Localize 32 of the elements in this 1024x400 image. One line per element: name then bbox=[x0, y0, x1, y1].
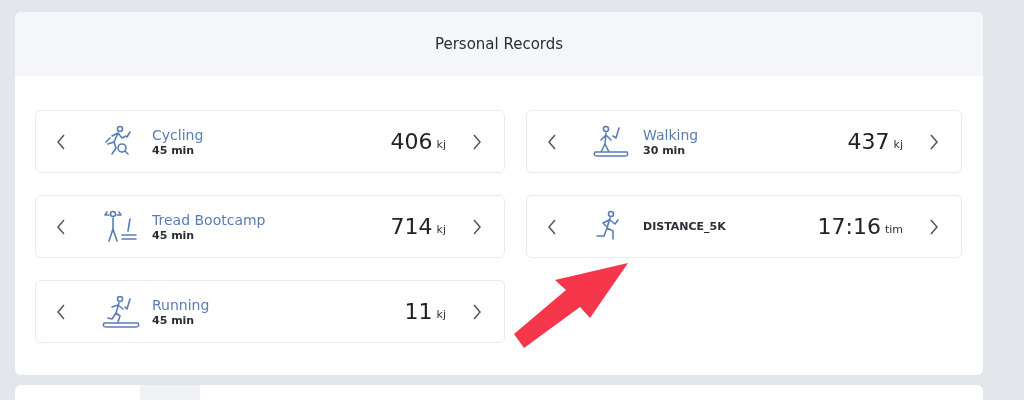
record-duration: 45 min bbox=[152, 228, 196, 242]
chevron-left-icon bbox=[56, 133, 66, 150]
record-value: 17:16 bbox=[817, 214, 881, 239]
record-duration: 45 min bbox=[152, 313, 196, 327]
chevron-right-icon bbox=[472, 218, 482, 235]
chevron-right-icon bbox=[929, 133, 939, 150]
chevron-left-icon bbox=[56, 218, 66, 235]
record-value: 437 bbox=[847, 129, 890, 154]
record-name: Walking bbox=[643, 126, 700, 143]
record-name: Tread Bootcamp bbox=[152, 211, 267, 228]
record-value: 714 bbox=[390, 214, 433, 239]
chevron-right-icon bbox=[472, 303, 482, 320]
chevron-left-icon bbox=[547, 133, 557, 150]
chevron-right-icon bbox=[472, 133, 482, 150]
record-unit: kj bbox=[436, 223, 446, 236]
record-unit: tim bbox=[884, 223, 903, 236]
record-name: Cycling bbox=[152, 126, 205, 143]
chevron-left-icon bbox=[56, 303, 66, 320]
treadmill-walker-icon bbox=[591, 123, 631, 160]
record-unit: kj bbox=[436, 308, 446, 321]
chevron-left-icon bbox=[547, 218, 557, 235]
record-duration: 45 min bbox=[152, 143, 196, 157]
record-duration: 30 min bbox=[643, 143, 687, 157]
chevron-right-icon bbox=[929, 218, 939, 235]
panel-title: Personal Records bbox=[434, 35, 564, 53]
record-value: 11 bbox=[404, 299, 433, 324]
treadmill-runner-icon bbox=[100, 293, 140, 330]
record-unit: kj bbox=[893, 138, 903, 151]
record-name: DISTANCE_5K bbox=[643, 220, 727, 233]
record-value: 406 bbox=[390, 129, 433, 154]
record-unit: kj bbox=[436, 138, 446, 151]
record-name: Running bbox=[152, 296, 211, 313]
